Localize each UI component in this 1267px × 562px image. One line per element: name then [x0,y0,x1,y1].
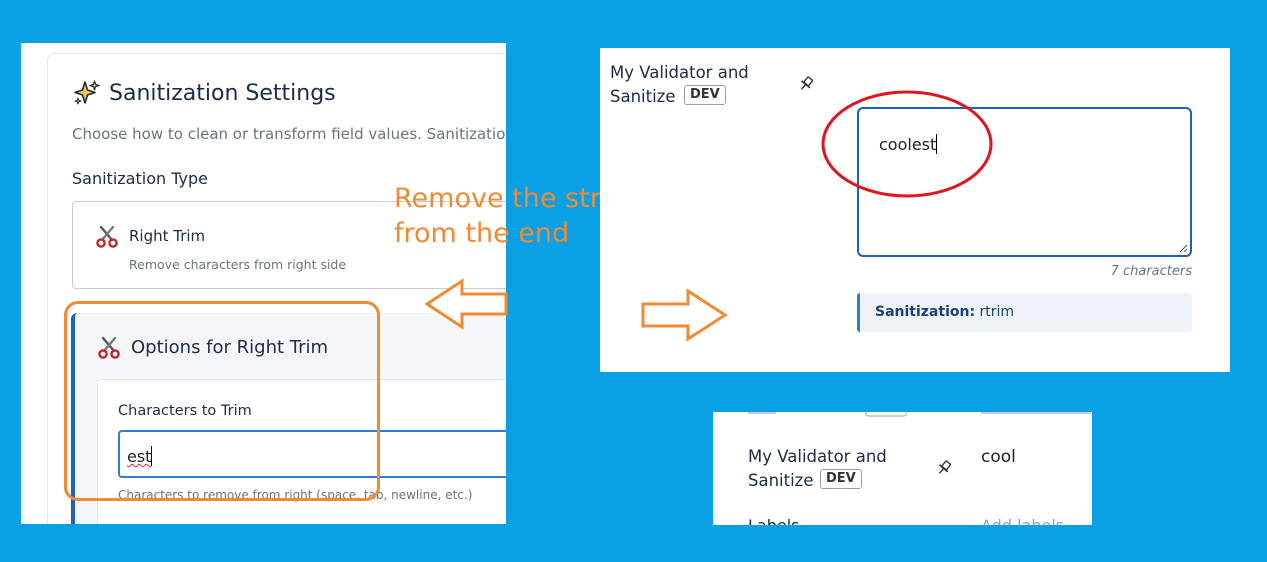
arrow-right-icon [641,288,728,342]
settings-title: Sanitization Settings [109,80,336,106]
labels-row-value[interactable]: Add labels [981,516,1064,525]
sparkles-icon [74,80,100,105]
result-field-value[interactable]: cool [981,447,1016,467]
selected-type-name: Right Trim [129,227,206,245]
selected-type-description: Remove characters from right side [129,257,347,272]
scissors-icon [96,225,118,248]
highlight-rectangle [64,301,380,501]
settings-header: Sanitization Settings [73,79,336,107]
arrow-left-icon [424,278,508,330]
character-count: 7 characters [1110,264,1192,279]
settings-description: Choose how to clean or transform field v… [72,125,506,143]
saved-result-panel: My Validator and Sanitize DEV cool Label… [713,412,1092,525]
dev-badge-wrap: DEV [681,85,726,105]
cropped-row-fragment [748,412,1091,417]
resize-grip-icon[interactable] [1178,243,1188,253]
labels-row-label: Labels [748,516,800,525]
pin-icon[interactable] [797,75,815,93]
sanitization-info: Sanitization: rtrim [857,293,1192,332]
pin-icon[interactable] [935,459,953,477]
result-dev-badge-wrap: DEV [817,469,862,489]
result-dev-badge: DEV [820,469,862,489]
highlight-ellipse [821,90,993,198]
sanitization-type-label: Sanitization Type [72,169,208,188]
sanitization-info-label: Sanitization: [875,304,976,320]
sanitization-info-value: rtrim [979,304,1015,320]
dev-badge: DEV [684,85,726,105]
